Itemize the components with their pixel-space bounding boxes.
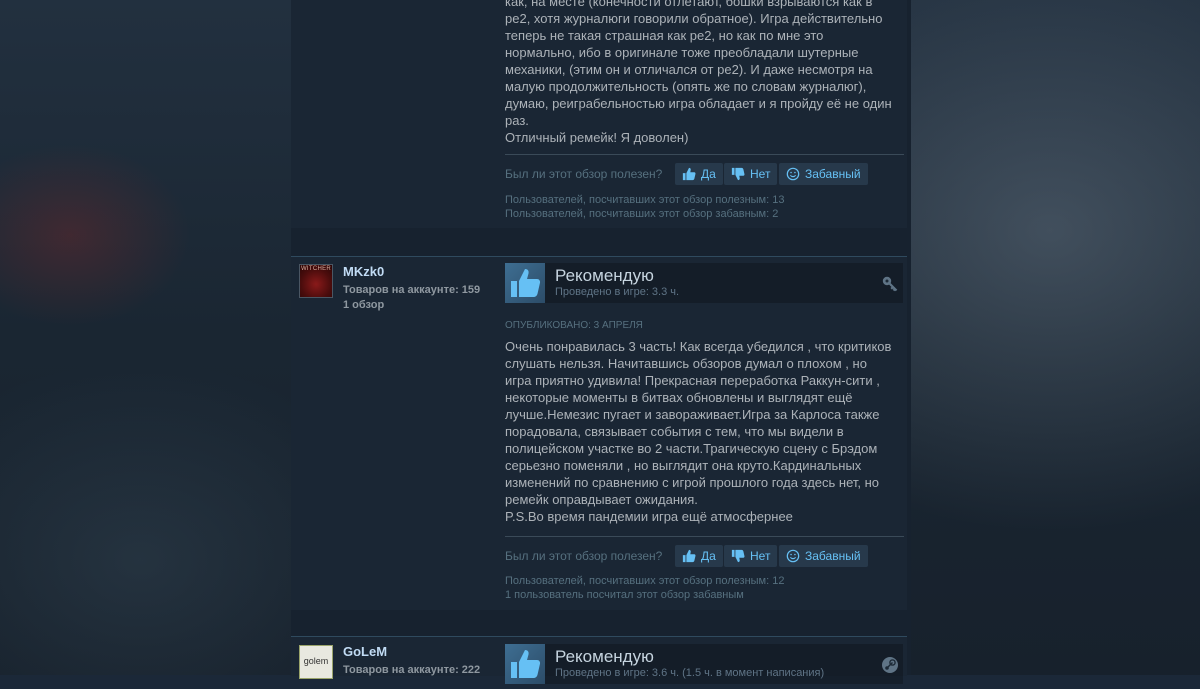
funny-count: Пользователей, посчитавших этот обзор за…	[505, 208, 779, 220]
smiley-icon	[786, 549, 800, 563]
recommendation-title: Рекомендую	[555, 266, 654, 285]
thumbs-down-icon	[731, 549, 745, 563]
helpful-question: Был ли этот обзор полезен?	[505, 549, 663, 563]
smiley-icon	[786, 167, 800, 181]
divider	[505, 154, 904, 155]
thumbs-up-icon	[505, 263, 545, 303]
thumbs-up-icon	[682, 549, 696, 563]
avatar[interactable]: WITCHER	[299, 264, 333, 298]
helpful-count: Пользователей, посчитавших этот обзор по…	[505, 575, 785, 587]
avatar[interactable]: golem	[299, 645, 333, 679]
hours-played: Проведено в игре: 3.6 ч. (1.5 ч. в момен…	[555, 667, 825, 679]
vote-yes-button[interactable]: Да	[675, 163, 723, 185]
reviewer-name[interactable]: MKzk0	[343, 264, 384, 279]
recommendation-header[interactable]: Рекомендую Проведено в игре: 3.3 ч.	[505, 263, 903, 303]
review-text: Очень понравилась 3 часть! Как всегда уб…	[505, 339, 892, 524]
divider	[505, 536, 904, 537]
reviewer-name[interactable]: GoLeM	[343, 644, 387, 659]
thumbs-down-icon	[731, 167, 745, 181]
key-icon	[882, 276, 898, 292]
products-count[interactable]: Товаров на аккаунте: 222	[343, 664, 480, 676]
thumbs-up-icon	[682, 167, 696, 181]
vote-no-button[interactable]: Нет	[724, 545, 778, 567]
review-text: как, на месте (конечности отлетают, бошк…	[505, 0, 892, 145]
review-card: golem GoLeM Товаров на аккаунте: 222 Рек…	[291, 636, 907, 684]
vote-no-button[interactable]: Нет	[724, 163, 778, 185]
thumbs-up-icon	[505, 644, 545, 684]
reviews-count[interactable]: 1 обзор	[343, 299, 384, 311]
vote-funny-button[interactable]: Забавный	[779, 545, 868, 567]
helpful-question: Был ли этот обзор полезен?	[505, 167, 663, 181]
recommendation-title: Рекомендую	[555, 647, 654, 666]
funny-count: 1 пользователь посчитал этот обзор забав…	[505, 589, 744, 601]
review-card: WITCHER MKzk0 Товаров на аккаунте: 159 1…	[291, 256, 907, 610]
recommendation-header[interactable]: Рекомендую Проведено в игре: 3.6 ч. (1.5…	[505, 644, 903, 684]
review-card: как, на месте (конечности отлетают, бошк…	[291, 0, 907, 228]
helpful-count: Пользователей, посчитавших этот обзор по…	[505, 194, 785, 206]
posted-date: Опубликовано: 3 апреля	[505, 320, 643, 331]
vote-funny-button[interactable]: Забавный	[779, 163, 868, 185]
hours-played: Проведено в игре: 3.3 ч.	[555, 286, 680, 298]
vote-yes-button[interactable]: Да	[675, 545, 723, 567]
products-count[interactable]: Товаров на аккаунте: 159	[343, 284, 480, 296]
steam-icon	[882, 657, 898, 673]
